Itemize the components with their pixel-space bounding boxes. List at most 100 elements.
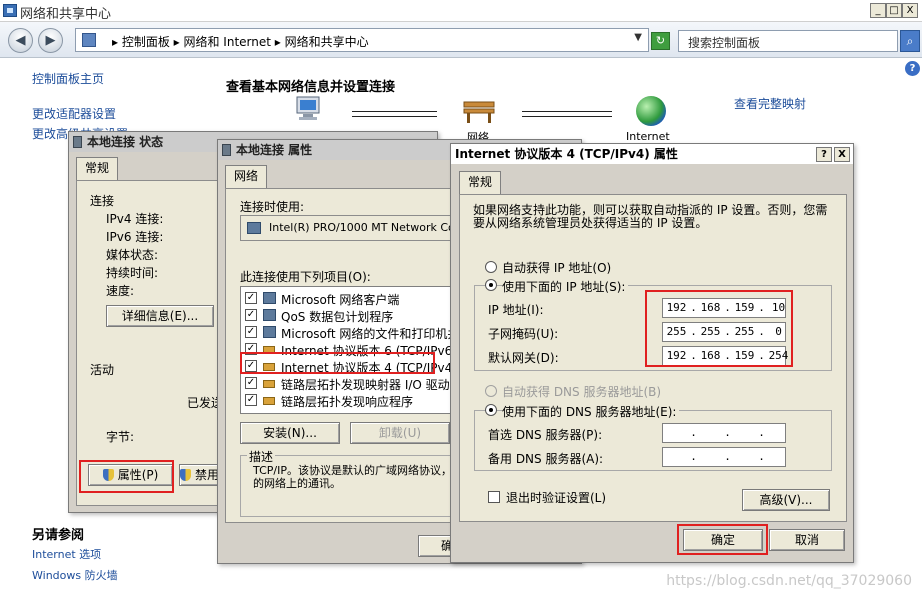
manual-ip-label: 使用下面的 IP 地址(S): [502, 278, 629, 295]
help-button[interactable]: ? [816, 147, 832, 162]
window-titlebar: 网络和共享中心 _ □ X [0, 0, 922, 22]
status-dialog-title: 本地连接 状态 [87, 135, 164, 149]
checkbox[interactable]: ✓ [245, 292, 257, 304]
uninstall-button[interactable]: 卸载(U) [350, 422, 450, 444]
sidebar-link-home[interactable]: 控制面板主页 [32, 70, 104, 87]
connection-heading: 连接 [90, 194, 115, 208]
checkbox[interactable]: ✓ [245, 394, 257, 406]
maximize-button[interactable]: □ [886, 3, 902, 18]
tab-general[interactable]: 常规 [76, 157, 119, 181]
search-input[interactable]: 搜索控制面板 [678, 30, 898, 52]
auto-ip-radio[interactable] [485, 261, 497, 273]
protocol-icon [263, 397, 275, 405]
sidebar-link-firewall[interactable]: Windows 防火墙 [32, 567, 118, 583]
connection-icon [73, 136, 82, 148]
validate-label: 退出时验证设置(L) [506, 491, 607, 505]
status-row-label: IPv6 连接: [106, 230, 164, 244]
gateway-label: 默认网关(D): [488, 351, 559, 365]
validate-checkbox[interactable] [488, 491, 500, 503]
minimize-button[interactable]: _ [870, 3, 886, 18]
protocol-icon [263, 380, 275, 388]
internet-globe-icon [636, 96, 666, 126]
computer-icon [293, 96, 323, 122]
watermark: https://blog.csdn.net/qq_37029060 [666, 573, 912, 589]
close-button[interactable]: X [902, 3, 918, 18]
auto-dns-label: 自动获得 DNS 服务器地址(B) [502, 385, 662, 399]
manual-ip-radio[interactable] [485, 279, 497, 291]
items-label: 此连接使用下列项目(O): [240, 270, 371, 284]
refresh-button[interactable]: ↻ [651, 32, 670, 50]
see-also-heading: 另请参阅 [32, 528, 85, 543]
ip-address-label: IP 地址(I): [488, 303, 544, 317]
connection-icon [222, 144, 231, 156]
ipv4-dialog-title: Internet 协议版本 4 (TCP/IPv4) 属性 [455, 147, 678, 161]
cancel-button[interactable]: 取消 [769, 529, 845, 551]
connection-line [352, 111, 437, 112]
install-button[interactable]: 安装(N)... [240, 422, 340, 444]
ipv4-dialog-titlebar: Internet 协议版本 4 (TCP/IPv4) 属性 [451, 144, 853, 164]
sidebar-link-internet-options[interactable]: Internet 选项 [32, 546, 101, 562]
status-row-label: 持续时间: [106, 266, 159, 280]
status-row-label: IPv4 连接: [106, 212, 164, 226]
navigation-bar: ◀ ▶ ▸ 控制面板 ▸ 网络和 Internet ▸ 网络和共享中心 ▼ ↻ … [0, 22, 922, 58]
highlight-ok-button [677, 524, 768, 555]
activity-heading: 活动 [90, 363, 115, 377]
highlight-ipv4-item [240, 352, 435, 374]
search-icon[interactable]: ⌕ [900, 30, 920, 52]
network-center-icon [3, 4, 17, 17]
window-title: 网络和共享中心 [20, 7, 112, 22]
alternate-dns-label: 备用 DNS 服务器(A): [488, 452, 604, 466]
checkbox[interactable]: ✓ [245, 326, 257, 338]
breadcrumb[interactable]: ▸ 控制面板 ▸ 网络和 Internet ▸ 网络和共享中心 [112, 33, 369, 50]
sidebar-link-adapter[interactable]: 更改适配器设置 [32, 105, 116, 122]
dialog-close-button[interactable]: X [834, 147, 850, 162]
checkbox[interactable]: ✓ [245, 309, 257, 321]
forward-button[interactable]: ▶ [38, 28, 63, 53]
details-button[interactable]: 详细信息(E)... [106, 305, 214, 327]
intro-text: 如果网络支持此功能，则可以获取自动指派的 IP 设置。否则，您需要从网络系统管理… [473, 203, 828, 230]
connection-line [522, 111, 612, 112]
view-full-map-link[interactable]: 查看完整映射 [734, 95, 806, 112]
tab-networking[interactable]: 网络 [225, 165, 268, 189]
status-row-label: 媒体状态: [106, 248, 159, 262]
auto-ip-label: 自动获得 IP 地址(O) [502, 261, 612, 275]
preferred-dns-label: 首选 DNS 服务器(P): [488, 428, 603, 442]
auto-dns-radio[interactable] [485, 385, 497, 397]
tab-general[interactable]: 常规 [459, 171, 502, 195]
back-button[interactable]: ◀ [8, 28, 33, 53]
list-item-label: 链路层拓扑发现映射器 I/O 驱动程序 [281, 378, 474, 392]
bytes-label: 字节: [106, 430, 135, 444]
help-icon[interactable]: ? [905, 61, 920, 76]
connect-using-label: 连接时使用: [240, 200, 305, 214]
shield-icon [180, 469, 191, 481]
internet-label: Internet [626, 130, 670, 143]
highlight-properties [79, 460, 174, 493]
subnet-mask-label: 子网掩码(U): [488, 327, 559, 341]
list-item-label: QoS 数据包计划程序 [281, 310, 394, 324]
control-panel-icon [82, 33, 96, 47]
list-item-label: 链路层拓扑发现响应程序 [281, 395, 414, 409]
list-item-label: Microsoft 网络客户端 [281, 293, 400, 307]
description-heading: 描述 [247, 448, 276, 465]
search-placeholder: 搜索控制面板 [688, 36, 761, 50]
advanced-button[interactable]: 高级(V)... [742, 489, 830, 511]
status-row-label: 速度: [106, 284, 135, 298]
service-icon [263, 309, 276, 321]
preferred-dns-field[interactable]: ... [662, 423, 786, 443]
client-icon [263, 292, 276, 304]
service-icon [263, 326, 276, 338]
address-bar[interactable]: ▸ 控制面板 ▸ 网络和 Internet ▸ 网络和共享中心 ▼ [75, 28, 649, 52]
manual-dns-label: 使用下面的 DNS 服务器地址(E): [502, 403, 680, 420]
adapter-icon [247, 222, 261, 234]
connection-line [352, 116, 437, 117]
alternate-dns-field[interactable]: ... [662, 447, 786, 467]
network-icon [462, 98, 496, 124]
connection-line [522, 116, 612, 117]
properties-dialog-title: 本地连接 属性 [236, 143, 313, 157]
checkbox[interactable]: ✓ [245, 377, 257, 389]
list-item-label: Microsoft 网络的文件和打印机共享 [281, 327, 472, 341]
page-title: 查看基本网络信息并设置连接 [226, 80, 396, 95]
manual-dns-radio[interactable] [485, 404, 497, 416]
highlight-ip-fields [645, 290, 793, 367]
address-dropdown-icon[interactable]: ▼ [634, 32, 642, 43]
